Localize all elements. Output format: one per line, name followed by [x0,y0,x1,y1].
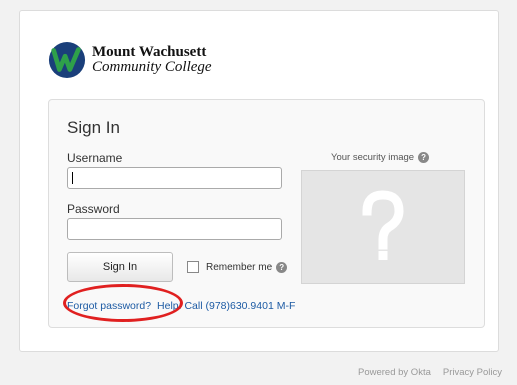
remember-me[interactable]: Remember me ? [187,261,288,273]
password-input[interactable] [67,218,282,240]
remember-me-checkbox[interactable] [187,261,199,273]
help-icon[interactable]: ? [276,261,288,273]
security-image-label-text: Your security image [331,152,415,163]
privacy-policy-link[interactable]: Privacy Policy [443,367,502,378]
password-label: Password [67,202,120,216]
sign-in-button[interactable]: Sign In [67,252,173,282]
footer: Powered by Okta Privacy Policy [346,367,502,378]
help-icon[interactable]: ? [418,152,430,163]
college-logo: Mount Wachusett Community College [48,41,212,79]
username-label: Username [67,151,123,165]
security-image-label: Your security image ? [331,152,430,163]
question-mark-icon [362,190,404,260]
username-input[interactable] [67,167,282,189]
college-logo-icon [48,41,86,79]
college-name-line2: Community College [92,59,212,75]
powered-by-okta: Powered by Okta [358,367,431,378]
text-caret [72,172,73,184]
remember-me-label: Remember me [206,261,273,273]
login-card: Mount Wachusett Community College Sign I… [19,10,499,352]
college-name: Mount Wachusett Community College [92,45,212,75]
security-image [301,170,465,284]
highlight-circle [63,284,183,322]
college-name-line1: Mount Wachusett [92,44,207,60]
signin-title: Sign In [67,118,120,137]
signin-panel: Sign In Username Password Your security … [48,99,485,328]
